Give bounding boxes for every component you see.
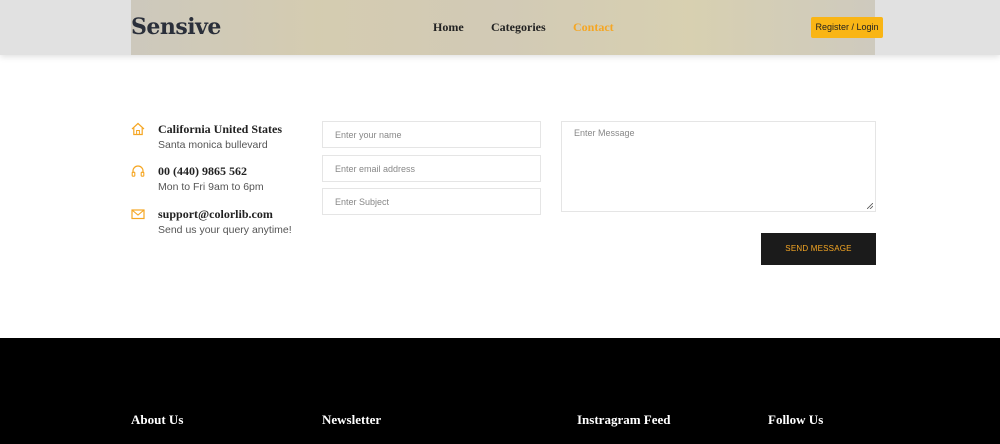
resize-handle-icon[interactable] — [867, 203, 873, 209]
name-input[interactable]: Enter your name — [322, 121, 541, 148]
address-subtitle: Santa monica bullevard — [158, 139, 268, 151]
subject-input[interactable]: Enter Subject — [322, 188, 541, 215]
email-placeholder: Enter email address — [335, 164, 416, 174]
site-logo[interactable]: Sensive — [131, 14, 221, 40]
footer: About Us Newsletter Instragram Feed Foll… — [0, 338, 1000, 444]
phone-title: 00 (440) 9865 562 — [158, 164, 247, 178]
send-message-button[interactable]: SEND MESSAGE — [761, 233, 876, 265]
nav-item-contact[interactable]: Contact — [573, 20, 614, 35]
nav-item-categories[interactable]: Categories — [491, 20, 546, 35]
contact-info-email: support@colorlib.com Send us your query … — [131, 207, 311, 247]
name-placeholder: Enter your name — [335, 130, 402, 140]
mail-icon — [131, 209, 145, 220]
footer-heading-about: About Us — [131, 412, 184, 427]
footer-heading-instagram: Instragram Feed — [577, 412, 671, 427]
nav-item-home[interactable]: Home — [433, 20, 464, 35]
message-textarea[interactable]: Enter Message — [561, 121, 876, 212]
contact-info-address: California United States Santa monica bu… — [131, 122, 311, 162]
subject-placeholder: Enter Subject — [335, 197, 390, 207]
phone-subtitle: Mon to Fri 9am to 6pm — [158, 181, 264, 193]
email-input[interactable]: Enter email address — [322, 155, 541, 182]
email-subtitle: Send us your query anytime! — [158, 224, 292, 236]
headphones-icon — [131, 165, 145, 177]
footer-heading-newsletter: Newsletter — [322, 412, 382, 427]
footer-heading-follow: Follow Us — [768, 412, 824, 427]
home-icon — [131, 122, 145, 136]
email-title: support@colorlib.com — [158, 207, 273, 221]
address-title: California United States — [158, 122, 282, 136]
contact-info-phone: 00 (440) 9865 562 Mon to Fri 9am to 6pm — [131, 164, 311, 204]
register-login-button[interactable]: Register / Login — [811, 17, 883, 38]
message-placeholder: Enter Message — [574, 128, 635, 138]
